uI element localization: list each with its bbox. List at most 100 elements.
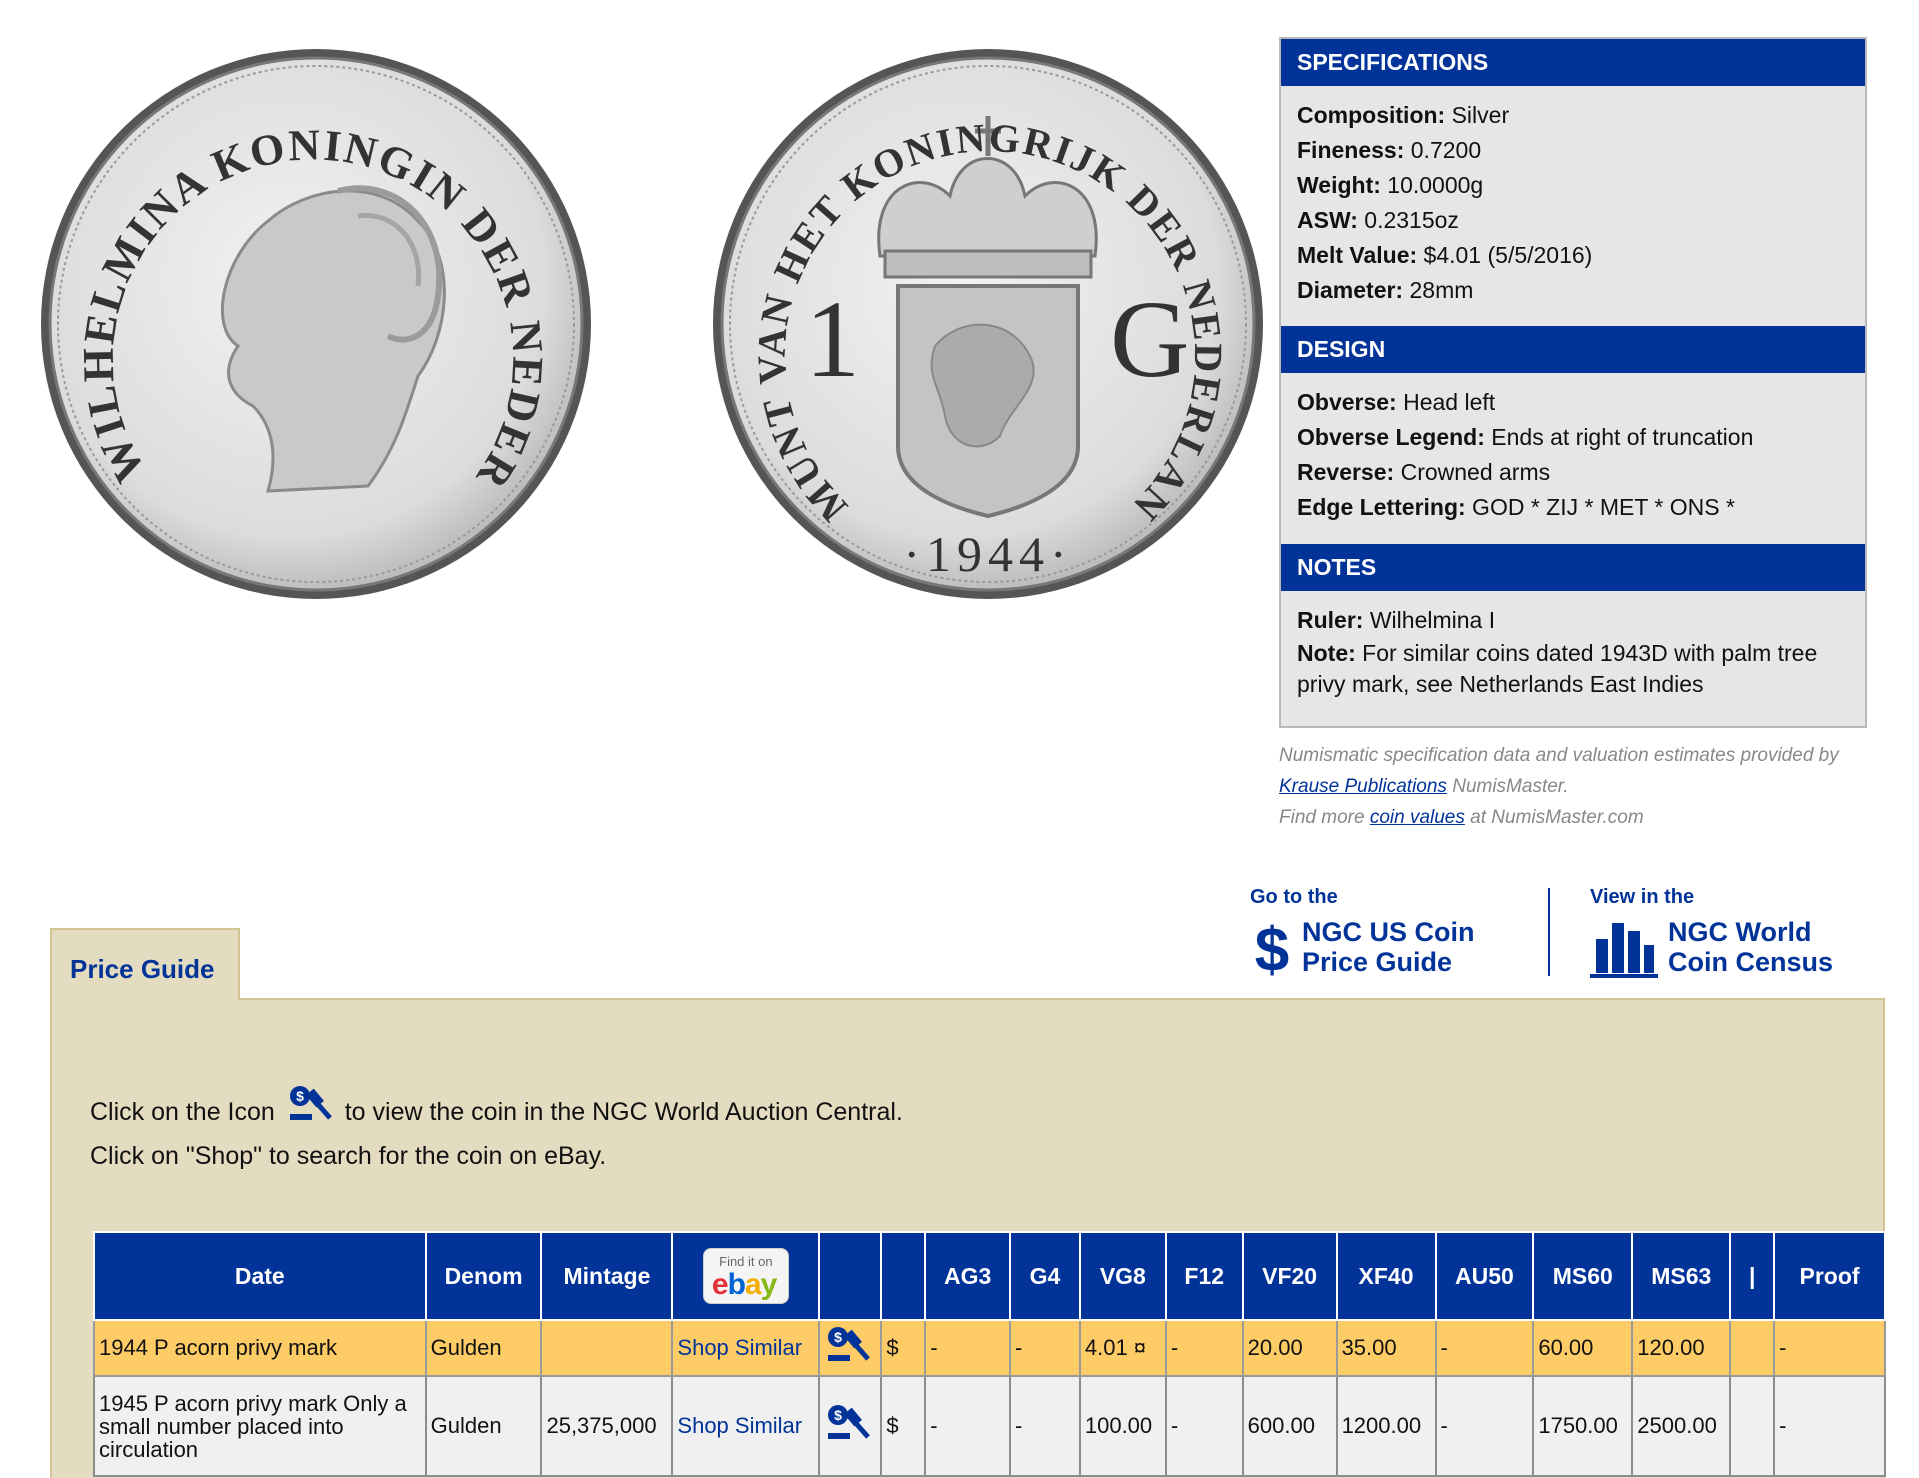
svg-text:$: $ [1255,917,1289,979]
us-link-title: NGC US Coin Price Guide [1302,917,1475,977]
notes-note: Note: For similar coins dated 1943D with… [1297,640,1818,697]
design-heading: DESIGN [1281,326,1865,373]
col-date: Date [93,1231,427,1321]
shop-similar-link[interactable]: Shop Similar [671,1375,821,1477]
link-divider [1548,888,1550,976]
col-ms60: MS60 [1532,1231,1634,1321]
coin-detail-page: WILHELMINA KONINGIN DER NEDERLANDEN [0,0,1919,1478]
table-header-row: Date Denom Mintage Find it on ebay AG3 G… [93,1231,1886,1321]
cell-proof: - [1773,1375,1886,1477]
coin-reverse-image: 1 G MUNT VAN HET KONINGRIJK DER NEDERLAN… [710,46,1266,602]
bar-chart-icon [1590,923,1658,978]
data-credits: Numismatic specification data and valuat… [1279,740,1879,833]
cell-g4: - [1009,1375,1081,1477]
table-row: 1944 P acorn privy mark Gulden Shop Simi… [93,1319,1886,1377]
cell-au50: - [1434,1375,1535,1477]
svg-text:$: $ [296,1088,304,1104]
spec-melt-value: Melt Value: $4.01 (5/5/2016) [1297,242,1593,268]
cell-vf20: 600.00 [1241,1375,1338,1477]
tab-price-guide[interactable]: Price Guide [50,928,240,1000]
cell-currency: $ [880,1375,927,1477]
cell-vf20: 20.00 [1241,1319,1338,1377]
cell-mintage: 25,375,000 [540,1375,674,1477]
specifications-panel: SPECIFICATIONS Composition: Silver Finen… [1279,37,1867,728]
col-denom: Denom [424,1231,543,1321]
spec-weight: Weight: 10.0000g [1297,172,1484,198]
cell-ms63: 2500.00 [1631,1375,1732,1477]
cell-ms60: 1750.00 [1532,1375,1634,1477]
auction-gavel-icon: $ [828,1405,871,1439]
cell-denom: Gulden [424,1319,543,1377]
notes-ruler: Ruler: Wilhelmina I [1297,607,1496,633]
reverse-denom-left: 1 [805,278,860,400]
world-link-title: NGC World Coin Census [1668,917,1834,977]
krause-publications-link[interactable]: Krause Publications [1279,776,1447,797]
us-link-small-label: Go to the [1250,886,1338,908]
design-edge-lettering: Edge Lettering: GOD * ZIJ * MET * ONS * [1297,494,1735,520]
notes-heading: NOTES [1281,544,1865,591]
cell-g4: - [1009,1319,1081,1377]
col-ebay: Find it on ebay [671,1231,821,1321]
cell-ms63: 120.00 [1631,1319,1732,1377]
col-g4: G4 [1009,1231,1081,1321]
col-proof: Proof [1773,1231,1886,1321]
design-obverse-legend: Obverse Legend: Ends at right of truncat… [1297,424,1754,450]
dollar-icon: $ [1255,917,1289,979]
col-mintage: Mintage [540,1231,674,1321]
credits-line3: Find more coin values at NumisMaster.com [1279,807,1644,828]
ngc-us-price-guide-link[interactable]: Go to the $ NGC US Coin Price Guide [1250,885,1550,980]
cell-au50: - [1434,1319,1535,1377]
cell-xf40: 1200.00 [1335,1375,1437,1477]
design-reverse: Reverse: Crowned arms [1297,459,1551,485]
cell-xf40: 35.00 [1335,1319,1437,1377]
auction-gavel-icon: $ [289,1086,332,1120]
auction-gavel-icon: $ [828,1327,871,1361]
spec-diameter: Diameter: 28mm [1297,277,1474,303]
col-vg8: VG8 [1078,1231,1167,1321]
cell-proof: - [1773,1319,1886,1377]
col-auction [818,1231,883,1321]
price-guide-table: Date Denom Mintage Find it on ebay AG3 G… [93,1231,1886,1477]
design-list: Obverse: Head left Obverse Legend: Ends … [1281,373,1865,544]
table-row: 1945 P acorn privy mark Only a small num… [93,1375,1886,1477]
col-ag3: AG3 [924,1231,1012,1321]
spec-asw: ASW: 0.2315oz [1297,207,1459,233]
instruction-shop: Click on "Shop" to search for the coin o… [90,1142,607,1170]
spec-fineness: Fineness: 0.7200 [1297,137,1482,163]
shop-similar-link[interactable]: Shop Similar [671,1319,821,1377]
cell-ag3: - [924,1319,1012,1377]
cell-vg8: 4.01 ¤ [1078,1319,1167,1377]
specifications-list: Composition: Silver Fineness: 0.7200 Wei… [1281,86,1865,326]
cell-f12: - [1164,1319,1244,1377]
credits-line2: Krause Publications NumisMaster. [1279,776,1569,797]
auction-link[interactable]: $ [818,1319,883,1377]
spec-composition: Composition: Silver [1297,102,1510,128]
cell-ms60: 60.00 [1532,1319,1634,1377]
auction-link[interactable]: $ [818,1375,883,1477]
cell-mintage [540,1319,674,1377]
instruction-auction-icon: Click on the Icon $ to view the coin in … [90,1084,903,1127]
cell-denom: Gulden [424,1375,543,1477]
cell-ag3: - [924,1375,1012,1477]
col-au50: AU50 [1434,1231,1535,1321]
reverse-date-text: ·1944· [903,526,1072,582]
cell-currency: $ [880,1319,927,1377]
design-obverse: Obverse: Head left [1297,389,1496,415]
col-xf40: XF40 [1335,1231,1437,1321]
credits-line1: Numismatic specification data and valuat… [1279,745,1839,766]
svg-text:$: $ [834,1407,842,1423]
col-vf20: VF20 [1241,1231,1338,1321]
coin-obverse-image: WILHELMINA KONINGIN DER NEDERLANDEN [38,46,594,602]
ngc-world-coin-census-link[interactable]: View in the NGC World Coin Census [1590,885,1890,980]
col-separator: | [1729,1231,1776,1321]
cell-separator [1729,1375,1776,1477]
notes-list: Ruler: Wilhelmina I Note: For similar co… [1281,591,1865,710]
svg-text:$: $ [834,1329,842,1345]
col-f12: F12 [1164,1231,1244,1321]
cell-f12: - [1164,1375,1244,1477]
coin-values-link[interactable]: coin values [1370,807,1465,828]
cell-date: 1944 P acorn privy mark [93,1319,427,1377]
cell-separator [1729,1319,1776,1377]
cell-vg8: 100.00 [1078,1375,1167,1477]
col-ms63: MS63 [1631,1231,1732,1321]
